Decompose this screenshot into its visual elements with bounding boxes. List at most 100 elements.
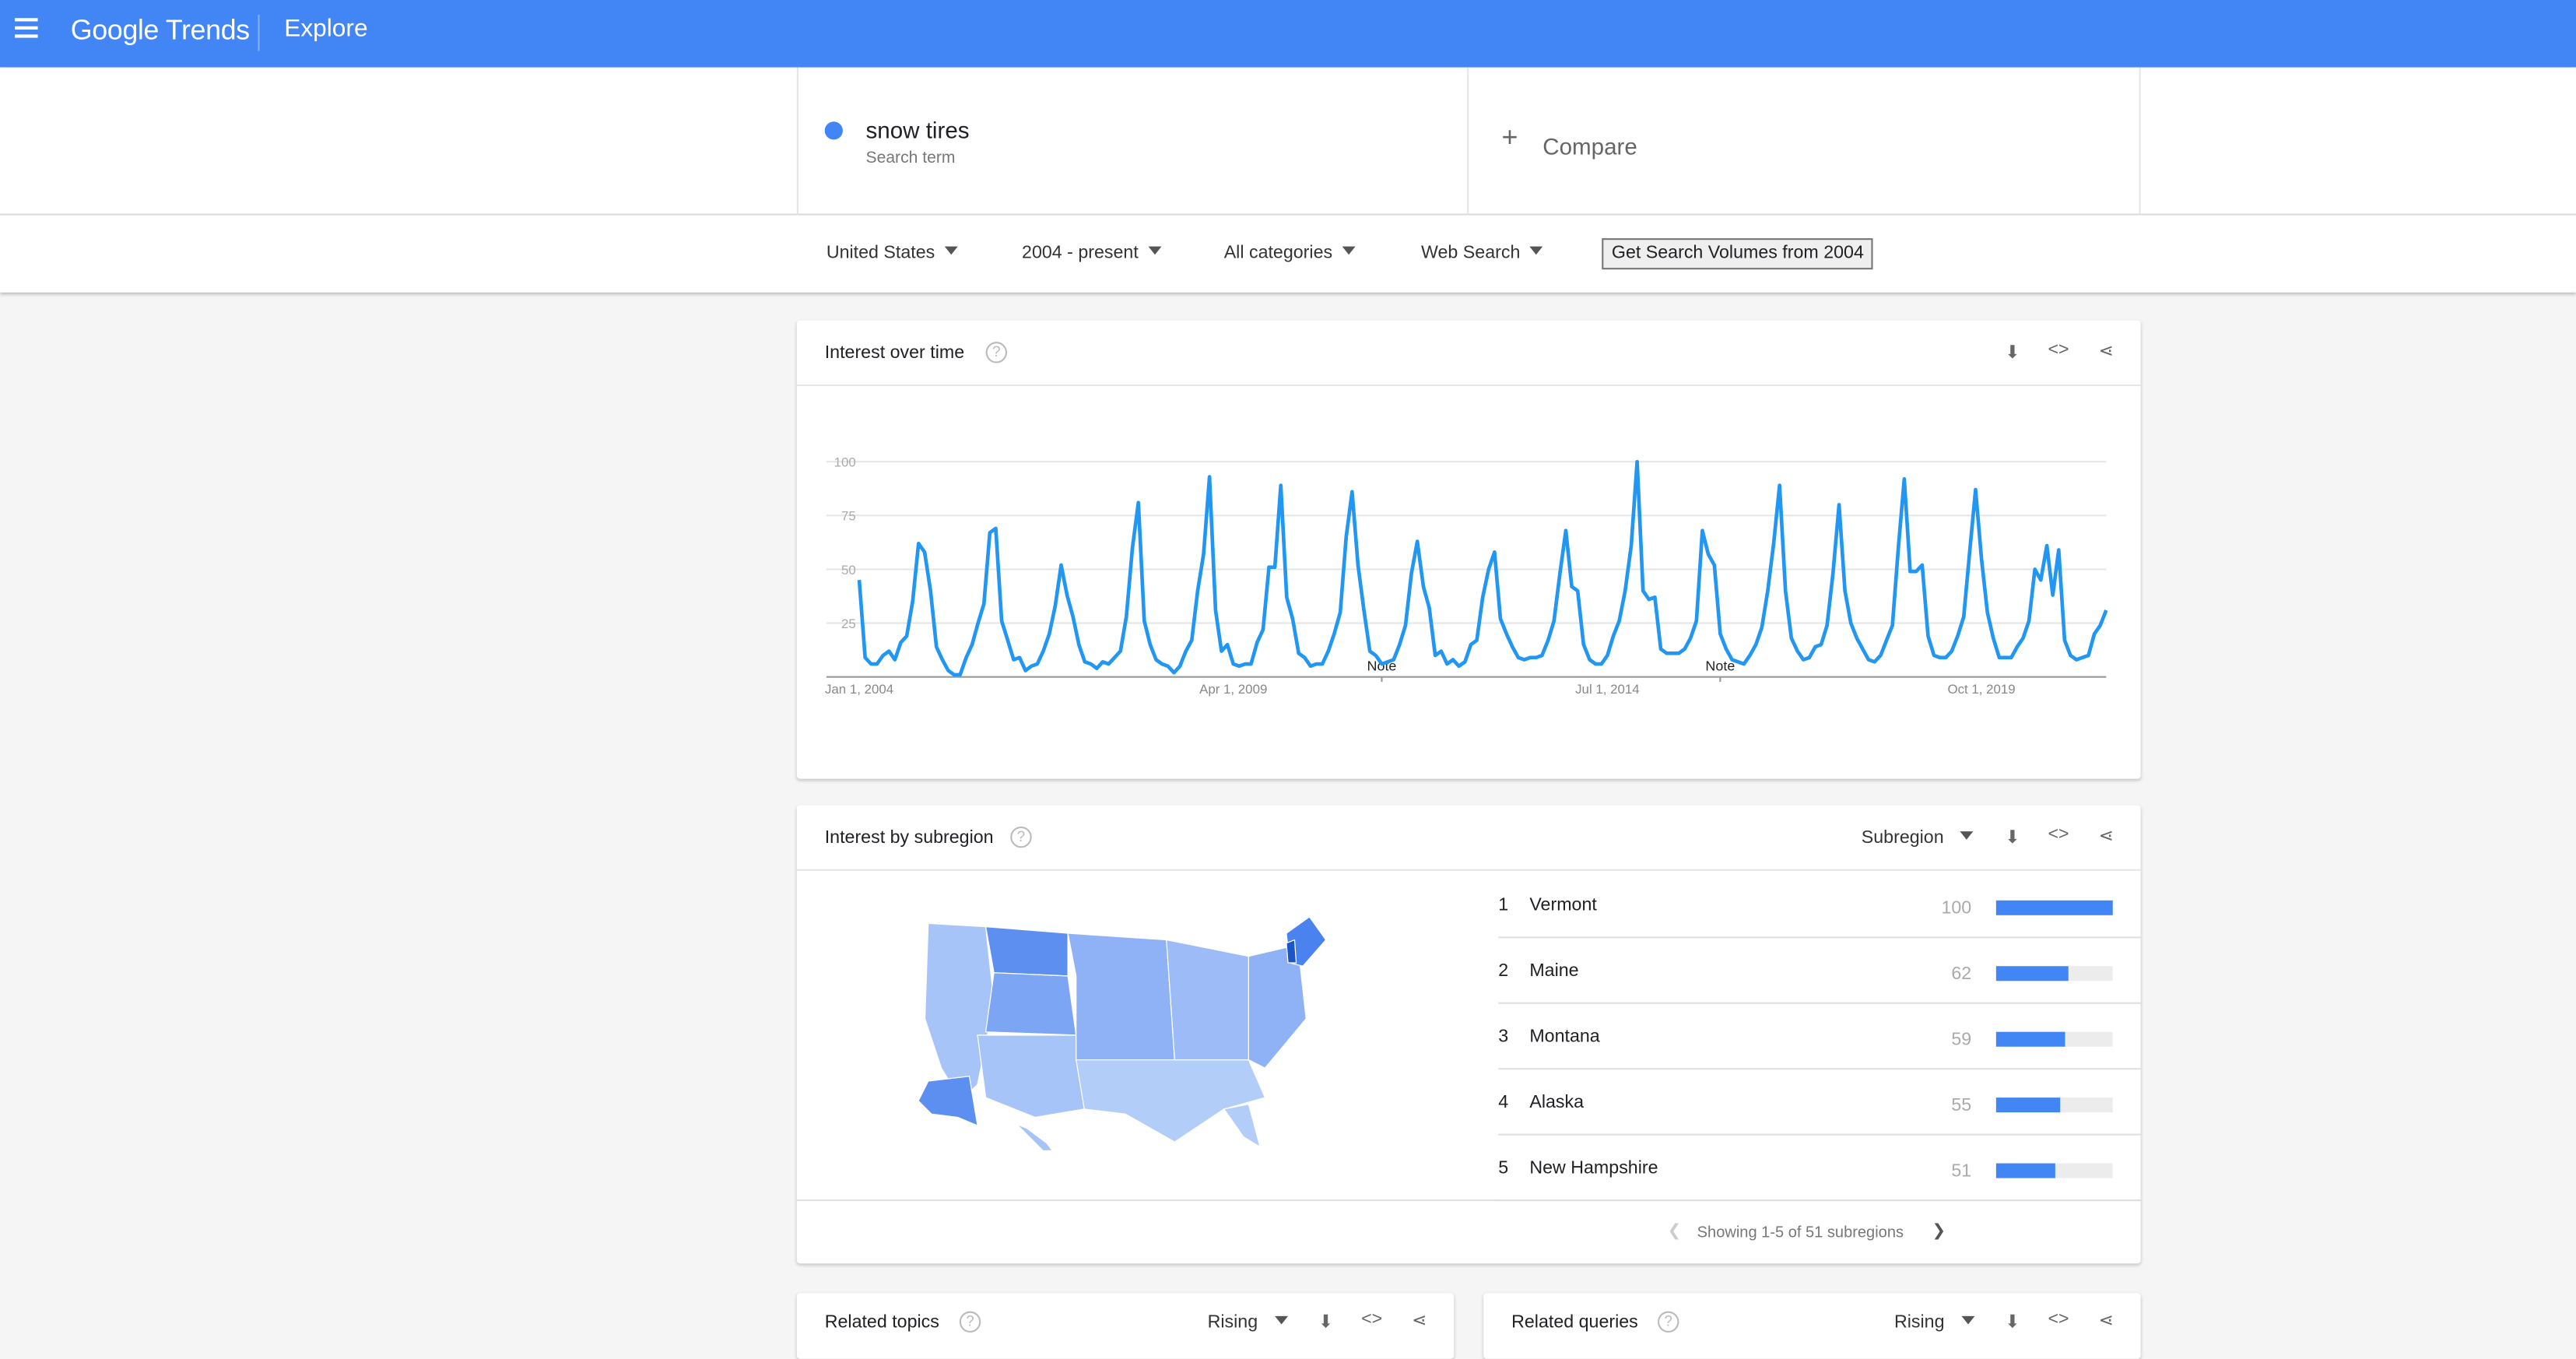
map-midwest [1166, 939, 1258, 1061]
previous-page-icon[interactable]: ❮ [1668, 1223, 1682, 1241]
dropdown-arrow-icon [1274, 1315, 1288, 1325]
subregion-value: 55 [1951, 1096, 1972, 1116]
embed-code-icon[interactable]: <> [1360, 1309, 1384, 1333]
share-icon[interactable]: ⋖ [2095, 340, 2118, 363]
get-search-volumes-button[interactable]: Get Search Volumes from 2004 [1602, 238, 1874, 270]
download-icon[interactable]: ⬇ [2001, 827, 2024, 850]
rank: 5 [1498, 1158, 1509, 1178]
rising-dropdown[interactable]: Rising [1894, 1313, 1974, 1333]
subregion-value: 59 [1951, 1030, 1972, 1050]
map-florida [1223, 1103, 1262, 1148]
subregion-value: 100 [1941, 898, 1972, 919]
share-icon[interactable]: ⋖ [2095, 825, 2118, 848]
search-term-card[interactable]: snow tires Search term [796, 67, 1469, 216]
plus-icon: + [1501, 121, 1518, 153]
subregion-value: 51 [1951, 1161, 1972, 1182]
value-bar [1995, 900, 2113, 915]
subregion-dropdown[interactable]: Subregion [1862, 828, 1974, 848]
subregion-value: 62 [1951, 964, 1972, 985]
subregion-row[interactable]: 5 New Hampshire 51 [1498, 1136, 2141, 1202]
download-icon[interactable]: ⬇ [2001, 1312, 2024, 1335]
pagination-label: Showing 1-5 of 51 subregions [1697, 1224, 1904, 1242]
map-mountain [984, 972, 1077, 1036]
subregion-row[interactable]: 4 Alaska 55 [1498, 1069, 2141, 1136]
us-subregion-map[interactable] [895, 904, 1355, 1167]
x-tick-label: Jan 1, 2004 [825, 682, 893, 697]
series-line-snow-tires [857, 459, 2108, 677]
help-icon[interactable]: ? [959, 1311, 981, 1333]
region-value: United States [826, 243, 935, 263]
download-icon[interactable]: ⬇ [2001, 342, 2024, 365]
rank: 3 [1498, 1027, 1509, 1047]
compare-button[interactable]: + Compare [1469, 67, 2141, 216]
help-icon[interactable]: ? [1010, 826, 1032, 848]
value-bar [1995, 1031, 2113, 1047]
card-title: Interest over time [824, 343, 965, 363]
share-icon[interactable]: ⋖ [1408, 1309, 1431, 1333]
card-header: Interest by subregion ? Subregion ⬇ <> ⋖ [796, 805, 2141, 871]
term-color-dot-icon [824, 121, 843, 140]
embed-code-icon[interactable]: <> [2047, 340, 2070, 363]
search-term-text[interactable]: snow tires [865, 117, 969, 143]
time-range-value: 2004 - present [1022, 243, 1139, 263]
map-montana [984, 925, 1069, 977]
subregion-name: Vermont [1529, 895, 1597, 915]
subregion-row[interactable]: 2 Maine 62 [1498, 938, 2141, 1004]
top-app-bar: Google Trends Explore [0, 0, 2576, 68]
region-dropdown[interactable]: United States [826, 243, 958, 263]
subregion-name: Maine [1529, 960, 1579, 982]
card-header: Interest over time ? ⬇ <> ⋖ [796, 321, 2141, 387]
card-title: Interest by subregion [824, 827, 994, 848]
filter-bar: United States 2004 - present All categor… [0, 215, 2576, 293]
dropdown-arrow-icon [1530, 246, 1543, 255]
y-tick-label: 50 [841, 563, 856, 578]
rank: 4 [1498, 1092, 1509, 1113]
interest-by-subregion-card: Interest by subregion ? Subregion ⬇ <> ⋖… [796, 805, 2141, 1264]
help-icon[interactable]: ? [985, 342, 1008, 363]
next-page-icon[interactable]: ❯ [1932, 1223, 1946, 1241]
dropdown-arrow-icon [1148, 246, 1162, 255]
page-title: Explore [284, 14, 368, 43]
value-bar-fill [1995, 1031, 2065, 1047]
share-icon[interactable]: ⋖ [2095, 1309, 2118, 1333]
search-property-dropdown[interactable]: Web Search [1421, 243, 1543, 263]
value-bar [1995, 1097, 2113, 1113]
rising-value: Rising [1207, 1312, 1258, 1333]
y-tick-label: 100 [834, 455, 856, 470]
value-bar-fill [1995, 1163, 2056, 1178]
dropdown-arrow-icon [944, 246, 958, 255]
dropdown-arrow-icon [1960, 1315, 1974, 1325]
value-bar-fill [1995, 966, 2069, 982]
compare-label: Compare [1542, 132, 1637, 160]
map-southwest [977, 1034, 1085, 1118]
map-alaska [918, 1076, 978, 1127]
subregion-row[interactable]: 1 Vermont 100 [1498, 873, 2141, 939]
card-title: Related queries [1511, 1312, 1638, 1333]
download-icon[interactable]: ⬇ [1314, 1312, 1338, 1335]
help-icon[interactable]: ? [1657, 1311, 1679, 1333]
y-tick-label: 25 [841, 616, 856, 631]
subregion-name: Montana [1529, 1027, 1600, 1047]
interest-over-time-card: Interest over time ? ⬇ <> ⋖ 25 50 75 100 Jan… [796, 320, 2141, 779]
search-property-value: Web Search [1421, 243, 1521, 263]
map-vermont [1286, 939, 1297, 964]
category-dropdown[interactable]: All categories [1223, 243, 1356, 263]
rising-dropdown[interactable]: Rising [1208, 1313, 1288, 1333]
search-term-type: Search term [865, 149, 956, 168]
category-value: All categories [1223, 243, 1333, 263]
dropdown-arrow-icon [1342, 246, 1356, 255]
related-topics-card: Related topics ? Rising ⬇ <> ⋖ [796, 1293, 1455, 1359]
card-title: Related topics [824, 1312, 939, 1333]
embed-code-icon[interactable]: <> [2047, 825, 2070, 848]
subregion-row[interactable]: 3 Montana 59 [1498, 1004, 2141, 1070]
embed-code-icon[interactable]: <> [2047, 1309, 2070, 1333]
x-tick-label: Jul 1, 2014 [1575, 682, 1640, 697]
value-bar [1995, 966, 2113, 982]
hamburger-menu-icon[interactable] [14, 18, 38, 38]
value-bar-fill [1995, 1097, 2061, 1113]
google-trends-logo[interactable]: Google Trends [71, 15, 250, 47]
time-range-dropdown[interactable]: 2004 - present [1022, 243, 1162, 263]
rank: 2 [1498, 960, 1509, 982]
y-tick-label: 75 [841, 509, 856, 524]
interest-over-time-chart[interactable]: 25 50 75 100 Jan 1, 2004 Apr 1, 2009 Jul 1, 20… [797, 386, 2141, 715]
